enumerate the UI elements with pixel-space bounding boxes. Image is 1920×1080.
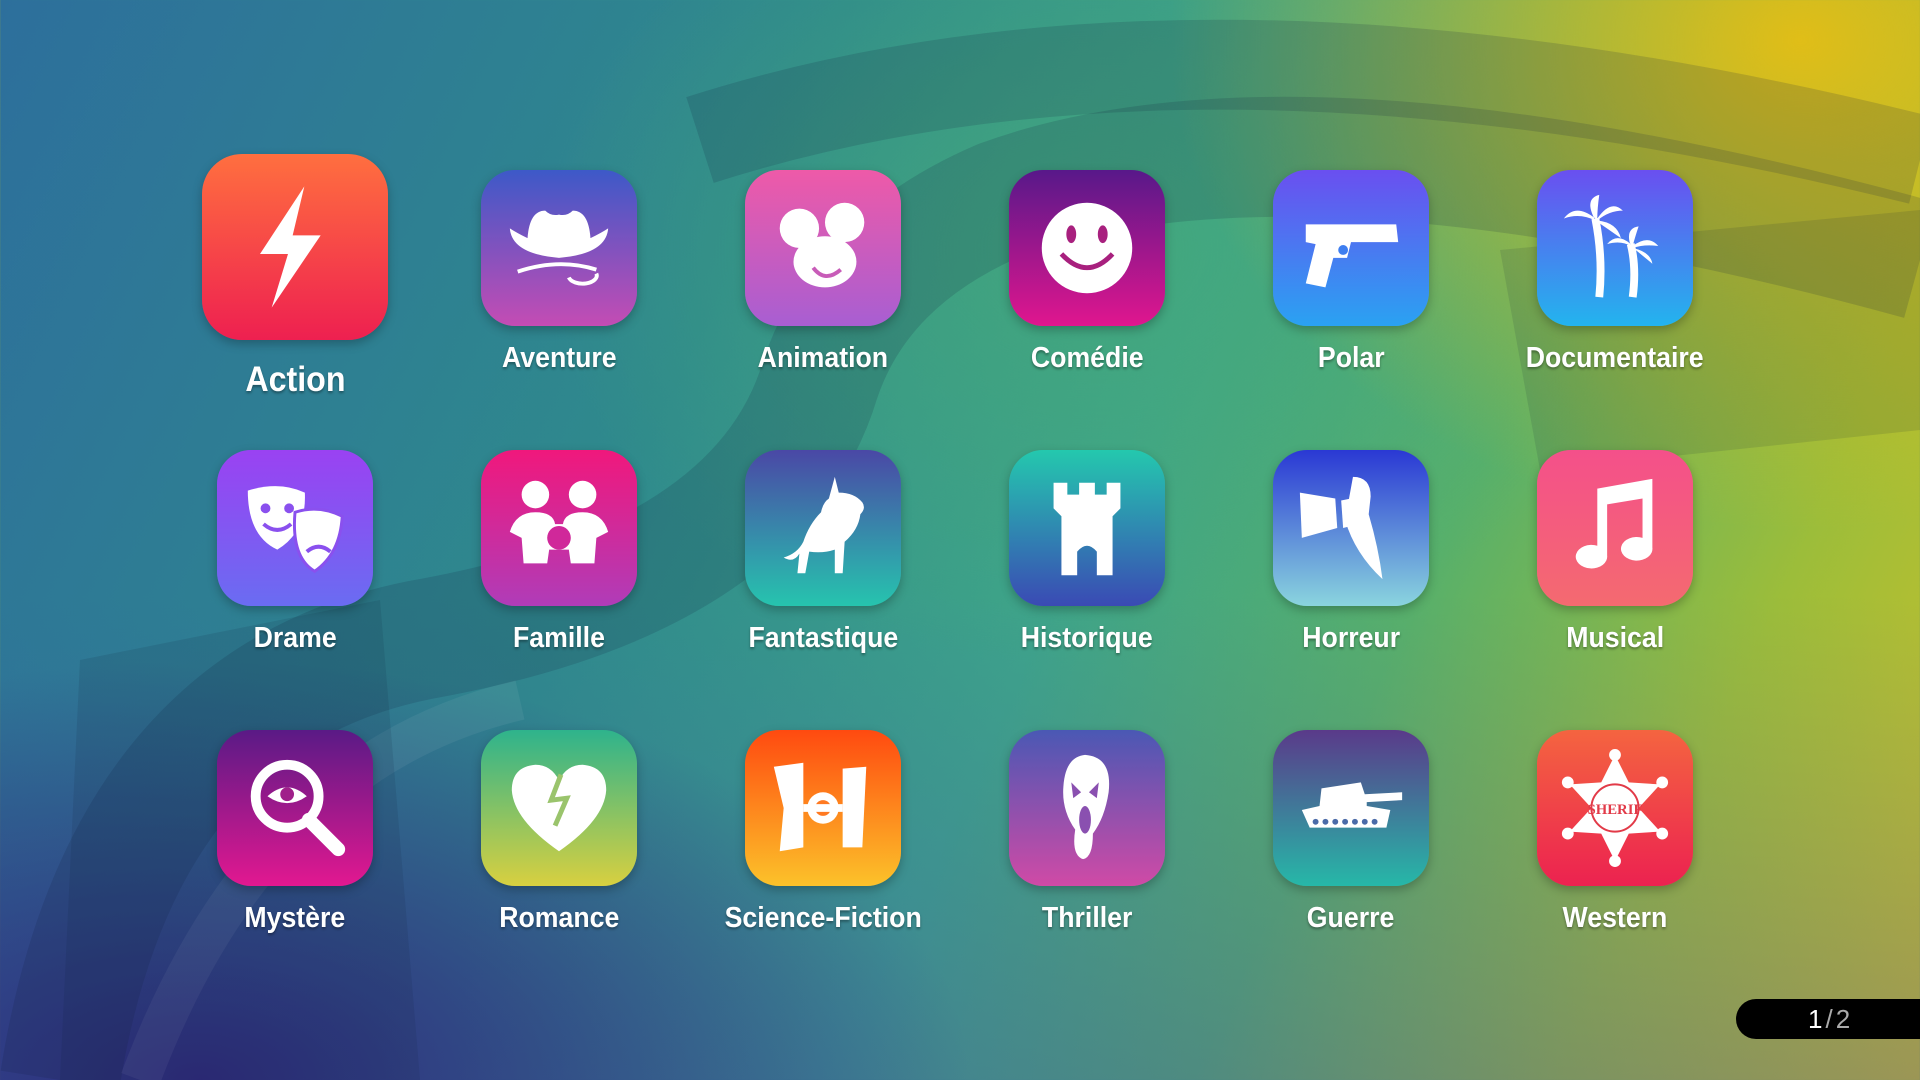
- sheriff-star-icon: SHERIF: [1561, 749, 1669, 867]
- genre-tile-8[interactable]: Famille: [427, 430, 691, 692]
- pistol-icon: [1305, 224, 1399, 288]
- genre-label: Animation: [757, 342, 889, 374]
- genre-label: Historique: [1021, 622, 1153, 654]
- genre-icon-tile: [481, 730, 637, 886]
- palm-trees-icon: [1563, 194, 1659, 298]
- mouse-ears-icon: [779, 202, 865, 288]
- ghost-mask-icon: [1063, 754, 1110, 860]
- genre-tile-5[interactable]: Polar: [1219, 150, 1483, 412]
- genre-icon-tile: [1273, 730, 1429, 886]
- genre-icon-tile: [1009, 450, 1165, 606]
- knife-icon: [1299, 476, 1383, 580]
- genre-label: Horreur: [1302, 622, 1400, 654]
- smiley-icon: [1041, 202, 1133, 294]
- genre-icon-tile: [745, 730, 901, 886]
- genre-grid: Action Aventure Animation Comédie Polar Docum…: [163, 150, 1757, 950]
- genre-label: Mystère: [244, 902, 346, 934]
- genre-tile-6[interactable]: Documentaire: [1483, 150, 1747, 412]
- broken-heart-icon: [511, 764, 607, 852]
- sheriff-badge-text: SHERIF: [1588, 802, 1643, 818]
- genre-icon-tile: [1009, 730, 1165, 886]
- unicorn-icon: [783, 476, 864, 574]
- tie-fighter-icon: [773, 762, 867, 852]
- genre-icon-tile: [745, 170, 901, 326]
- magnifier-eye-icon: [250, 759, 346, 857]
- genre-icon-tile: SHERIF: [1537, 730, 1693, 886]
- genre-tile-14[interactable]: Romance: [427, 710, 691, 972]
- genre-label: Aventure: [501, 342, 617, 374]
- genre-label: Famille: [513, 622, 605, 654]
- genre-icon-tile: [1537, 170, 1693, 326]
- genre-tile-2[interactable]: Aventure: [427, 150, 691, 412]
- genre-icon-tile: [1273, 450, 1429, 606]
- genre-tile-13[interactable]: Mystère: [163, 710, 427, 972]
- page-current: 1: [1808, 1003, 1823, 1034]
- genre-label: Comédie: [1030, 342, 1144, 374]
- page-total: 2: [1835, 1003, 1851, 1034]
- lightning-icon: [260, 186, 321, 308]
- genre-tile-4[interactable]: Comédie: [955, 150, 1219, 412]
- cowboy-hat-icon: [509, 210, 609, 286]
- tank-icon: [1301, 782, 1403, 828]
- genre-label: Polar: [1317, 342, 1385, 374]
- genre-tile-3[interactable]: Animation: [691, 150, 955, 412]
- genre-label: Drame: [253, 622, 337, 654]
- music-note-icon: [1575, 478, 1653, 569]
- page-separator: /: [1825, 1003, 1833, 1034]
- genre-icon-tile: [202, 154, 388, 340]
- family-icon: [509, 480, 609, 564]
- genre-label: Documentaire: [1526, 342, 1704, 374]
- genre-label: Musical: [1566, 622, 1664, 654]
- genre-tile-16[interactable]: Thriller: [955, 710, 1219, 972]
- theater-masks-icon: [247, 486, 344, 574]
- genre-tile-1[interactable]: Action: [163, 150, 427, 412]
- genre-icon-tile: [1273, 170, 1429, 326]
- genre-tile-18[interactable]: SHERIF Western: [1483, 710, 1747, 972]
- genre-label: Western: [1562, 902, 1668, 934]
- genre-label: Science-Fiction: [724, 902, 922, 934]
- tower-icon: [1053, 482, 1121, 576]
- genre-icon-tile: [745, 450, 901, 606]
- genre-label: Thriller: [1041, 902, 1133, 934]
- genre-icon-tile: [481, 170, 637, 326]
- genre-icon-tile: [481, 450, 637, 606]
- genre-tile-17[interactable]: Guerre: [1219, 710, 1483, 972]
- genre-label: Romance: [498, 902, 620, 934]
- page-indicator: 1/2: [1736, 999, 1920, 1039]
- genre-tile-11[interactable]: Horreur: [1219, 430, 1483, 692]
- genre-label: Guerre: [1307, 902, 1395, 934]
- genre-tile-10[interactable]: Historique: [955, 430, 1219, 692]
- genre-tile-9[interactable]: Fantastique: [691, 430, 955, 692]
- genre-tile-12[interactable]: Musical: [1483, 430, 1747, 692]
- genre-icon-tile: [217, 730, 373, 886]
- genre-icon-tile: [217, 450, 373, 606]
- genre-tile-7[interactable]: Drame: [163, 430, 427, 692]
- genre-label: Fantastique: [748, 622, 898, 654]
- genre-icon-tile: [1537, 450, 1693, 606]
- genre-icon-tile: [1009, 170, 1165, 326]
- genre-label: Action: [244, 360, 346, 399]
- genre-tile-15[interactable]: Science-Fiction: [691, 710, 955, 972]
